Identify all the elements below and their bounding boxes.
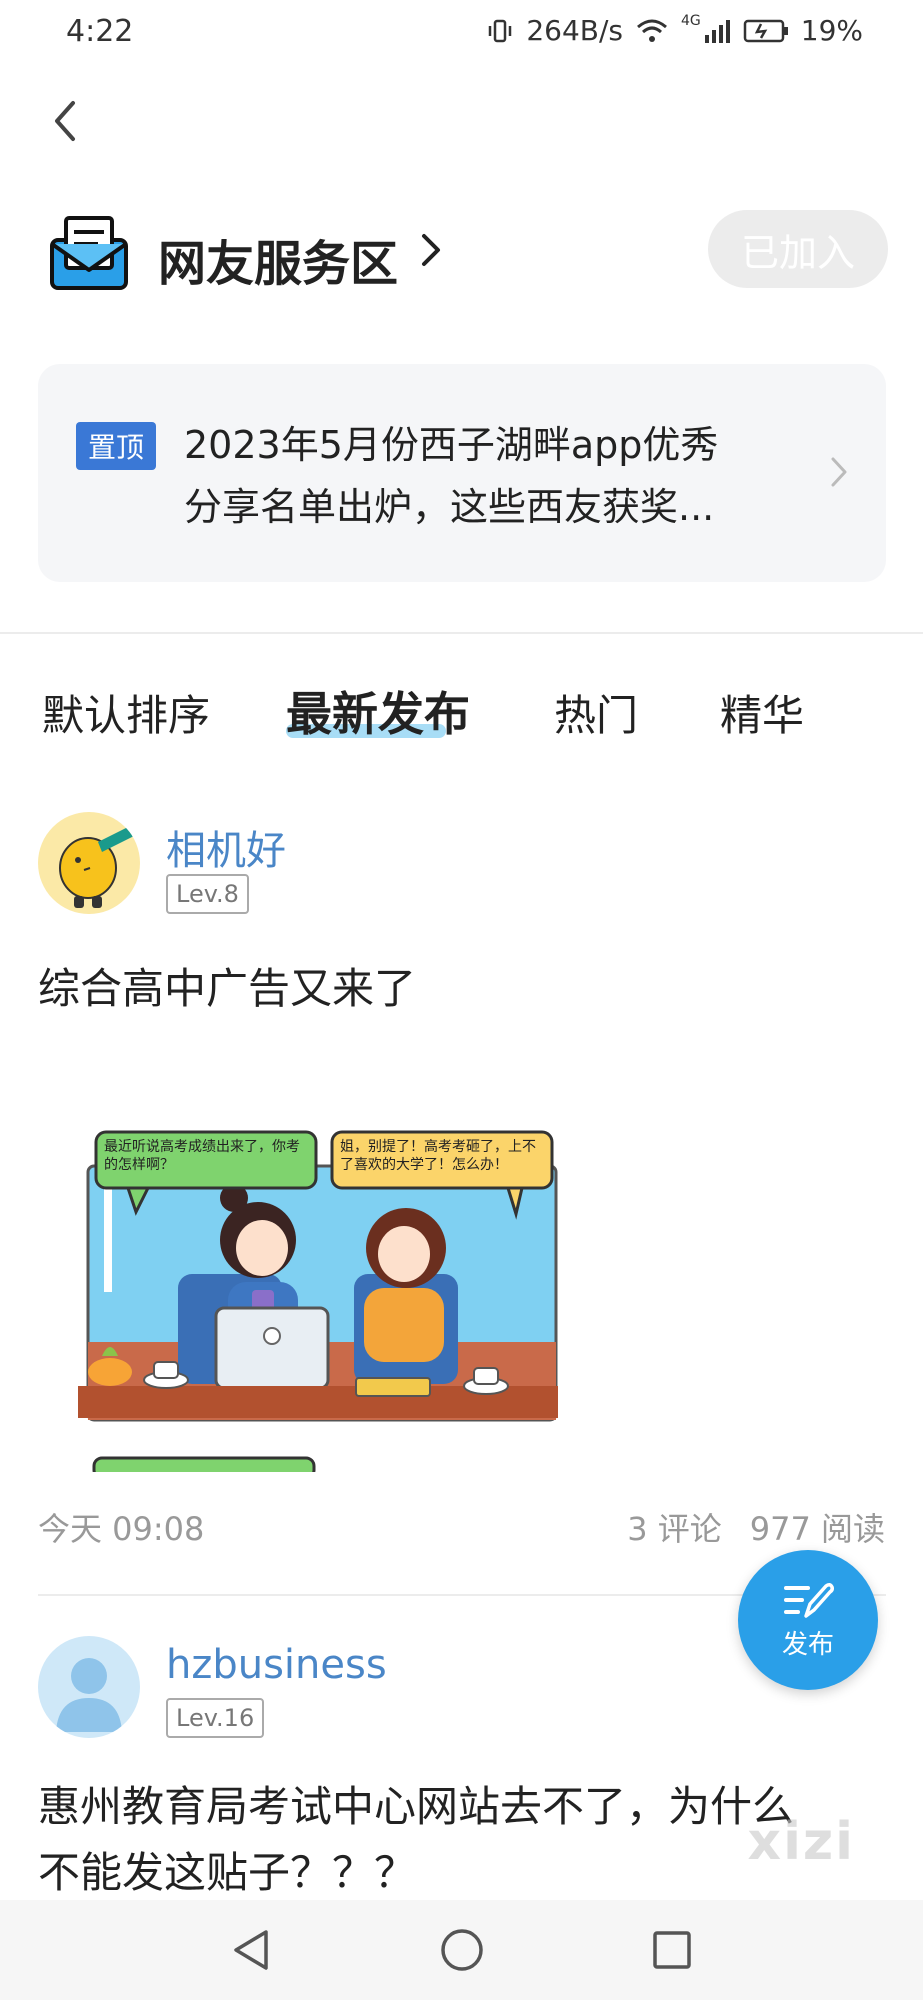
status-bar: 4:22 264B/s 4G 19% <box>0 0 923 64</box>
network-type: 4G <box>681 12 701 29</box>
post-stats: 3 评论 977 阅读 <box>627 1504 885 1550</box>
system-nav-bar <box>0 1900 923 2000</box>
forum-title[interactable]: 网友服务区 <box>158 224 398 294</box>
watermark-logo: xizi <box>747 1812 855 1872</box>
level-badge: Lev.16 <box>166 1698 265 1738</box>
circle-home-icon <box>440 1929 483 1971</box>
tab-featured[interactable]: 精华 <box>720 682 804 743</box>
comic-bubble-left: 最近听说高考成绩出来了，你考的怎样啊？ <box>104 1139 300 1173</box>
read-count: 977 阅读 <box>749 1510 885 1548</box>
pinned-title-line1: 2023年5月份西子湖畔app优秀 <box>184 423 719 467</box>
comic-bubble-right: 姐，别提了！高考考砸了，上不了喜欢的大学了！怎么办！ <box>340 1139 536 1173</box>
status-icons: 264B/s 4G 19% <box>486 12 863 47</box>
pinned-title: 2023年5月份西子湖畔app优秀 分享名单出炉，这些西友获奖... <box>184 414 784 538</box>
tab-hot[interactable]: 热门 <box>554 682 638 743</box>
publish-label: 发布 <box>781 1629 834 1660</box>
post-time: 今天 09:08 <box>38 1510 205 1548</box>
section-divider <box>0 632 923 634</box>
compose-icon <box>784 1582 834 1618</box>
pin-tag: 置顶 <box>76 422 156 470</box>
network-speed: 264B/s <box>526 14 623 47</box>
nav-back-button[interactable] <box>222 1920 282 1980</box>
nav-recents-button[interactable] <box>642 1920 702 1980</box>
avatar[interactable] <box>38 1636 140 1738</box>
username[interactable]: 相机好 <box>166 818 286 876</box>
status-time: 4:22 <box>66 14 134 49</box>
pinned-title-line2: 分享名单出炉，这些西友获奖... <box>184 485 715 529</box>
back-button[interactable] <box>40 96 90 146</box>
chevron-left-icon <box>55 101 75 141</box>
forum-header: 网友服务区 已加入 <box>48 206 888 296</box>
sort-tabs: 默认排序 最新发布 热门 精华 <box>42 682 882 752</box>
wifi-icon <box>637 19 667 42</box>
username[interactable]: hzbusiness <box>166 1642 387 1688</box>
level-badge: Lev.8 <box>166 874 249 914</box>
pinned-post[interactable]: 置顶 2023年5月份西子湖畔app优秀 分享名单出炉，这些西友获奖... <box>38 364 886 582</box>
avatar[interactable] <box>38 812 140 914</box>
vibrate-icon <box>489 19 512 42</box>
chevron-right-icon[interactable] <box>420 232 442 272</box>
chevron-right-icon <box>830 456 848 492</box>
square-recents-icon <box>652 1931 691 1969</box>
nav-home-button[interactable] <box>432 1920 492 1980</box>
post-title-line2: 不能发这贴子？？？ <box>38 1848 417 1897</box>
publish-button[interactable]: 发布 <box>738 1550 878 1690</box>
tab-default-sort[interactable]: 默认排序 <box>42 682 210 743</box>
post-title-line1: 惠州教育局考试中心网站去不了，为什么 <box>38 1782 795 1831</box>
tab-latest[interactable]: 最新发布 <box>286 678 470 744</box>
post-title: 惠州教育局考试中心网站去不了，为什么 不能发这贴子？？？ <box>38 1774 794 1906</box>
joined-button[interactable]: 已加入 <box>708 210 888 288</box>
battery-icon <box>743 19 788 42</box>
comment-count[interactable]: 3 评论 <box>627 1504 722 1550</box>
triangle-back-icon <box>233 1930 268 1970</box>
post-title: 综合高中广告又来了 <box>38 964 417 1013</box>
battery-percent: 19% <box>800 14 863 47</box>
signal-icon <box>704 19 730 43</box>
mail-icon <box>48 212 130 292</box>
post-image[interactable]: 最近听说高考成绩出来了，你考的怎样啊？ 姐，别提了！高考考砸了，上不了喜欢的大学… <box>38 1042 558 1480</box>
